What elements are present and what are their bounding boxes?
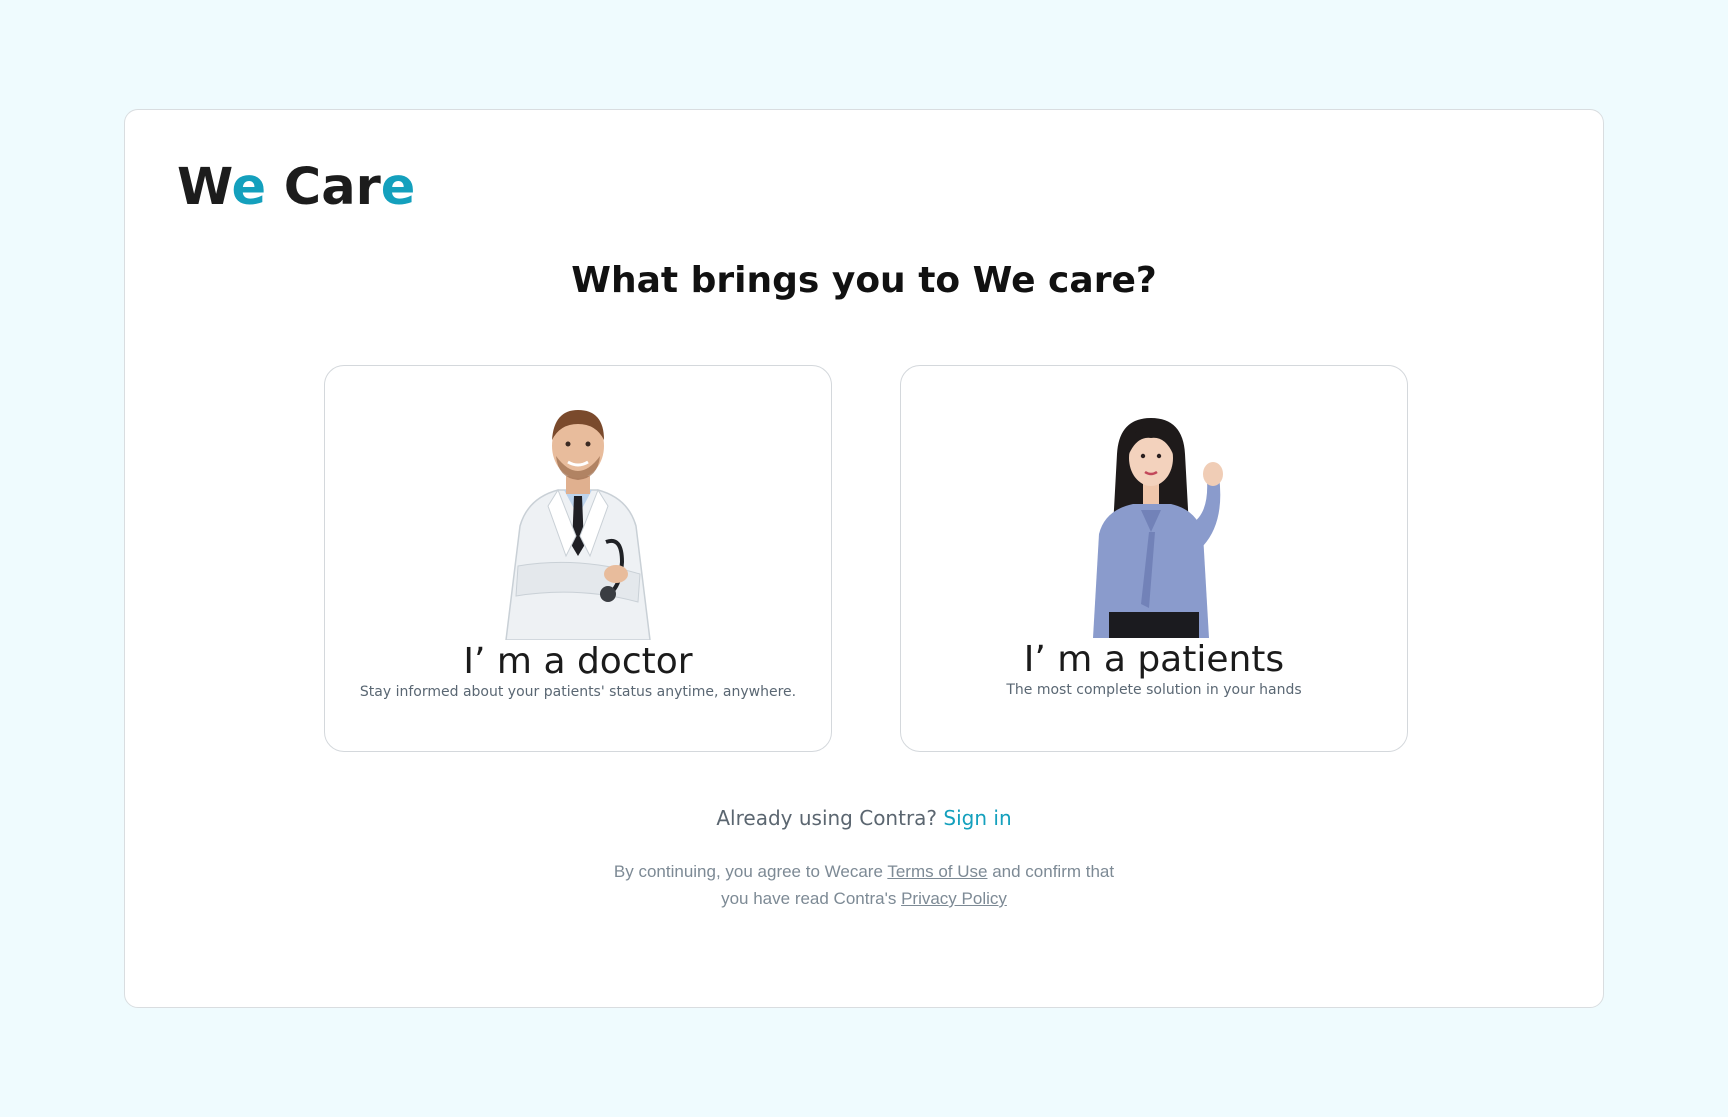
legal-notice: By continuing, you agree to Wecare Terms… bbox=[125, 858, 1603, 912]
logo-part-4: e bbox=[380, 158, 416, 217]
signin-prompt: Already using Contra? bbox=[716, 806, 938, 830]
doctor-photo-icon bbox=[325, 406, 831, 640]
legal-line2-prefix: you have read Contra's bbox=[721, 889, 897, 908]
patient-title: I’ m a patients bbox=[1023, 639, 1285, 680]
main-card: We Care What brings you to We care? I’ m… bbox=[124, 109, 1604, 1008]
legal-line1-prefix: By continuing, you agree to Wecare bbox=[613, 862, 883, 881]
doctor-description: Stay informed about your patients' statu… bbox=[359, 684, 797, 700]
privacy-policy-link[interactable]: Privacy Policy bbox=[901, 889, 1007, 908]
patient-role-card[interactable]: I’ m a patients The most complete soluti… bbox=[900, 365, 1408, 752]
logo-part-1: W bbox=[177, 158, 232, 217]
doctor-role-card[interactable]: I’ m a doctor Stay informed about your p… bbox=[324, 365, 832, 752]
legal-line-1: By continuing, you agree to Wecare Terms… bbox=[125, 858, 1603, 885]
patient-description: The most complete solution in your hands bbox=[1006, 682, 1302, 698]
signin-row: Already using Contra? Sign in bbox=[125, 806, 1603, 830]
doctor-title: I’ m a doctor bbox=[463, 641, 693, 682]
wecare-logo: We Care bbox=[177, 158, 415, 217]
legal-line1-suffix: and confirm that bbox=[992, 862, 1115, 881]
signin-link[interactable]: Sign in bbox=[943, 806, 1011, 830]
terms-of-use-link[interactable]: Terms of Use bbox=[887, 862, 987, 881]
patient-photo-icon bbox=[901, 414, 1407, 638]
page-title: What brings you to We care? bbox=[571, 260, 1157, 301]
logo-part-3: Car bbox=[266, 158, 381, 217]
legal-line-2: you have read Contra's Privacy Policy bbox=[125, 885, 1603, 912]
logo-part-2: e bbox=[231, 158, 267, 217]
